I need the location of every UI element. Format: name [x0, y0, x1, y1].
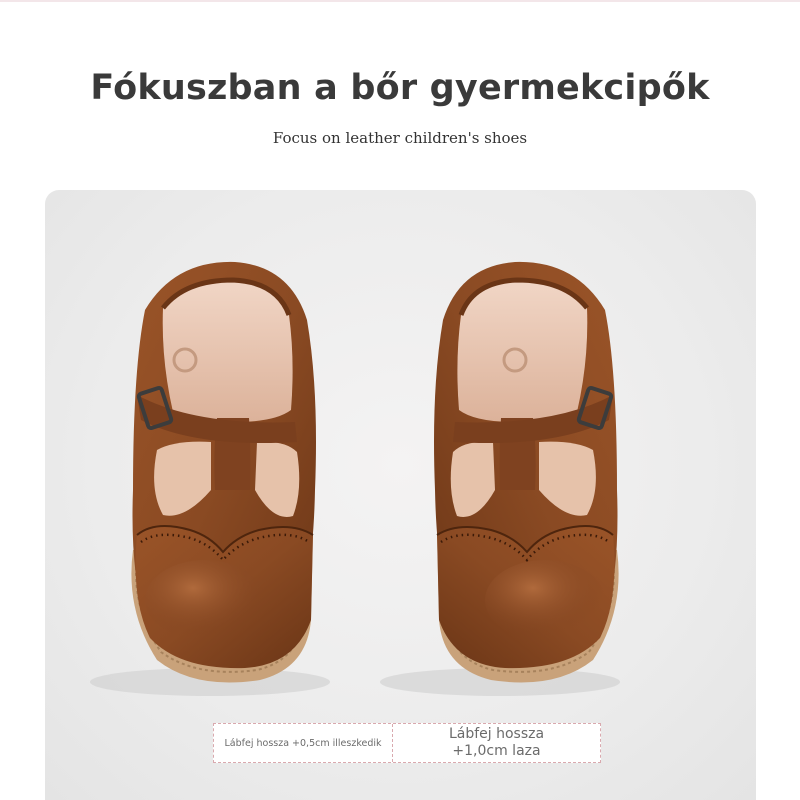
shoes-illustration — [90, 261, 620, 696]
size-guide-bar: Lábfej hossza +0,5cm illeszkedik Lábfej … — [213, 723, 601, 763]
page-subtitle: Focus on leather children's shoes — [272, 129, 528, 147]
size-option-loose-line2: +1,0cm laza — [452, 743, 541, 759]
left-shoe — [131, 261, 316, 683]
product-photo — [45, 190, 756, 800]
size-option-loose-line1: Lábfej hossza — [448, 726, 545, 742]
top-divider — [0, 0, 800, 2]
size-option-loose: Lábfej hossza +1,0cm laza — [393, 724, 600, 762]
size-option-snug-label: Lábfej hossza +0,5cm illeszkedik — [224, 737, 382, 749]
page-title: Fókuszban a bőr gyermekcipők — [90, 68, 710, 108]
right-shoe — [434, 261, 619, 683]
size-option-snug: Lábfej hossza +0,5cm illeszkedik — [214, 724, 392, 762]
